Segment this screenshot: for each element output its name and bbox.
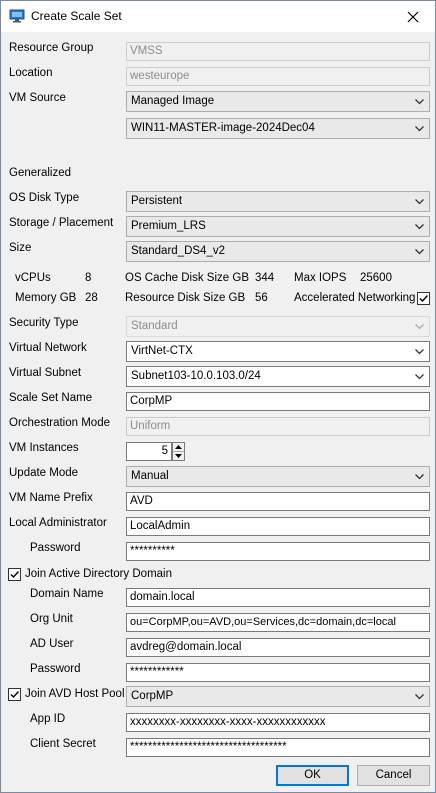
app-id-input[interactable]: xxxxxxxx-xxxxxxxx-xxxx-xxxxxxxxxxxx — [126, 713, 430, 732]
os-disk-type-label: OS Disk Type — [9, 192, 80, 204]
local-password-label: Password — [30, 542, 81, 554]
managed-image-select[interactable]: WIN11-MASTER-image-2024Dec04 — [126, 118, 430, 139]
virtual-network-value: VirtNet-CTX — [131, 345, 193, 357]
chevron-down-icon — [414, 123, 425, 134]
max-iops-label: Max IOPS — [294, 272, 347, 284]
vm-instances-input[interactable]: 5 — [126, 442, 172, 461]
join-pool-checkbox[interactable] — [8, 688, 21, 701]
vm-instances-stepper[interactable] — [172, 442, 185, 461]
chevron-down-icon — [414, 691, 425, 702]
chevron-down-icon — [414, 371, 425, 382]
resource-group-field[interactable]: VMSS — [126, 42, 430, 61]
org-unit-label: Org Unit — [30, 613, 73, 625]
client-secret-input[interactable]: *********************************** — [126, 738, 430, 757]
ad-password-label: Password — [30, 663, 81, 675]
accelerated-networking-label: Accelerated Networking — [294, 292, 416, 304]
stepper-down-icon[interactable] — [173, 452, 184, 460]
chevron-down-icon — [414, 221, 425, 232]
virtual-network-select[interactable]: VirtNet-CTX — [126, 341, 430, 362]
os-disk-type-select[interactable]: Persistent — [126, 191, 430, 212]
org-unit-input[interactable]: ou=CorpMP,ou=AVD,ou=Services,dc=domain,d… — [126, 613, 430, 632]
memory-value: 28 — [85, 292, 98, 304]
location-label: Location — [9, 67, 53, 79]
memory-label: Memory GB — [15, 292, 77, 304]
ok-button[interactable]: OK — [276, 765, 349, 786]
storage-value: Premium_LRS — [131, 220, 206, 232]
scale-set-name-input[interactable]: CorpMP — [126, 392, 430, 411]
chevron-down-icon — [414, 471, 425, 482]
os-cache-label: OS Cache Disk Size GB — [125, 272, 249, 284]
cancel-button[interactable]: Cancel — [357, 765, 430, 786]
chevron-down-icon — [414, 96, 425, 107]
size-value: Standard_DS4_v2 — [131, 245, 225, 257]
chevron-down-icon — [414, 321, 425, 332]
join-pool-label: Join AVD Host Pool — [25, 688, 125, 700]
update-mode-value: Manual — [131, 470, 169, 482]
stepper-up-icon[interactable] — [173, 443, 184, 452]
virtual-subnet-value: Subnet103-10.0.103.0/24 — [131, 370, 261, 382]
vm-source-value: Managed Image — [131, 95, 215, 107]
security-type-select[interactable]: Standard — [126, 316, 430, 337]
monitor-icon — [9, 8, 25, 24]
virtual-subnet-label: Virtual Subnet — [9, 367, 82, 379]
scale-set-name-label: Scale Set Name — [9, 392, 93, 404]
size-label: Size — [9, 242, 32, 254]
domain-name-input[interactable]: domain.local — [126, 588, 430, 607]
update-mode-label: Update Mode — [9, 467, 79, 479]
domain-name-label: Domain Name — [30, 588, 104, 600]
host-pool-value: CorpMP — [131, 690, 174, 702]
join-ad-checkbox[interactable] — [8, 568, 21, 581]
generalized-label: Generalized — [9, 167, 72, 179]
resource-group-label: Resource Group — [9, 42, 94, 54]
vm-instances-label: VM Instances — [9, 442, 79, 454]
max-iops-value: 25600 — [360, 272, 392, 284]
chevron-down-icon — [414, 196, 425, 207]
local-password-input[interactable]: ********** — [126, 542, 430, 561]
local-admin-input[interactable]: LocalAdmin — [126, 517, 430, 536]
vm-source-label: VM Source — [9, 92, 66, 104]
vm-name-prefix-input[interactable]: AVD — [126, 492, 430, 511]
vcpus-value: 8 — [85, 272, 92, 284]
resource-disk-label: Resource Disk Size GB — [125, 292, 246, 304]
create-scale-set-dialog: Create Scale Set Resource Group VMSS Loc… — [0, 0, 436, 793]
chevron-down-icon — [414, 346, 425, 357]
os-disk-type-value: Persistent — [131, 195, 183, 207]
join-ad-label: Join Active Directory Domain — [25, 568, 172, 580]
virtual-network-label: Virtual Network — [9, 342, 87, 354]
app-id-label: App ID — [30, 713, 66, 725]
size-select[interactable]: Standard_DS4_v2 — [126, 241, 430, 262]
security-type-label: Security Type — [9, 317, 79, 329]
storage-select[interactable]: Premium_LRS — [126, 216, 430, 237]
security-type-value: Standard — [131, 320, 178, 332]
client-secret-label: Client Secret — [30, 738, 96, 750]
local-admin-label: Local Administrator — [9, 517, 107, 529]
virtual-subnet-select[interactable]: Subnet103-10.0.103.0/24 — [126, 366, 430, 387]
update-mode-select[interactable]: Manual — [126, 466, 430, 487]
host-pool-select[interactable]: CorpMP — [126, 686, 430, 707]
orchestration-mode-label: Orchestration Mode — [9, 417, 110, 429]
vm-source-select[interactable]: Managed Image — [126, 91, 430, 112]
ad-password-input[interactable]: ************ — [126, 663, 430, 682]
window-title: Create Scale Set — [31, 9, 122, 23]
close-icon[interactable] — [391, 1, 435, 32]
managed-image-value: WIN11-MASTER-image-2024Dec04 — [131, 122, 315, 134]
location-field[interactable]: westeurope — [126, 67, 430, 86]
chevron-down-icon — [414, 246, 425, 257]
vcpus-label: vCPUs — [15, 272, 51, 284]
os-cache-value: 344 — [255, 272, 275, 284]
storage-label: Storage / Placement — [9, 217, 114, 229]
accelerated-networking-checkbox[interactable] — [417, 292, 430, 305]
title-bar: Create Scale Set — [1, 1, 435, 32]
resource-disk-value: 56 — [255, 292, 268, 304]
orchestration-mode-field[interactable]: Uniform — [126, 417, 430, 436]
ad-user-input[interactable]: avdreg@domain.local — [126, 638, 430, 657]
ad-user-label: AD User — [30, 638, 74, 650]
vm-name-prefix-label: VM Name Prefix — [9, 492, 93, 504]
